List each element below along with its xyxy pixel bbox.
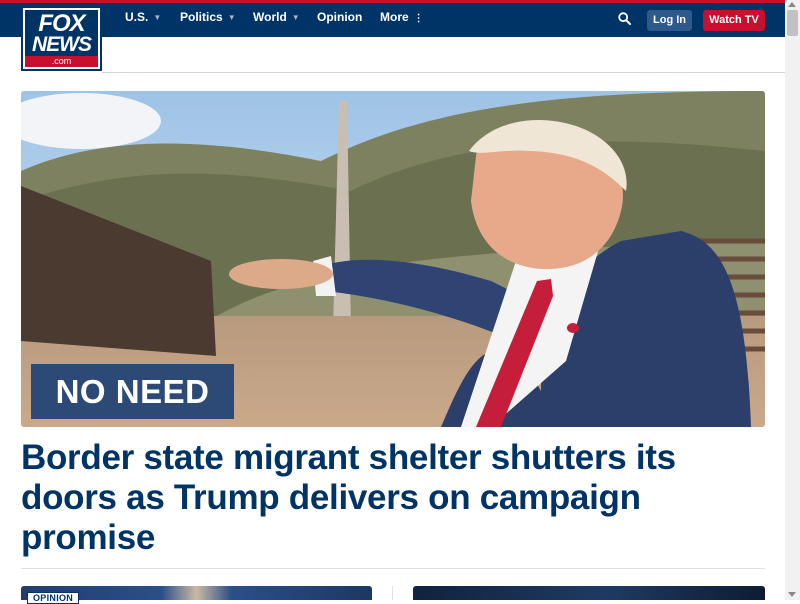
section-divider <box>21 568 765 569</box>
scrollbar-thumb[interactable] <box>787 10 798 36</box>
hero-kicker-label[interactable]: NO NEED <box>31 364 234 419</box>
column-divider <box>392 586 393 600</box>
nav-item-opinion[interactable]: Opinion <box>317 9 362 25</box>
nav-item-us[interactable]: U.S. ▼ <box>125 9 161 26</box>
logo-background: FOX NEWS .com <box>25 10 98 67</box>
watch-tv-button[interactable]: Watch TV <box>703 10 765 31</box>
scroll-up-arrow-icon[interactable] <box>788 2 796 7</box>
chevron-down-icon: ▼ <box>291 13 300 22</box>
nav-item-label: Politics <box>180 10 223 24</box>
nav-item-label: More <box>380 10 409 24</box>
search-icon[interactable] <box>618 12 631 25</box>
nav-item-label: U.S. <box>125 10 149 24</box>
story-card-thumbnail[interactable] <box>413 586 765 600</box>
nav-item-label: Opinion <box>317 10 363 24</box>
chevron-down-icon: ▼ <box>227 13 236 22</box>
nav-item-label: World <box>253 10 287 24</box>
hero-headline-link[interactable]: Border state migrant shelter shutters it… <box>21 438 771 558</box>
nav-item-politics[interactable]: Politics ▼ <box>180 9 236 26</box>
more-dots-icon: ⋮ <box>413 13 424 24</box>
scroll-down-arrow-icon[interactable] <box>788 592 796 597</box>
login-button[interactable]: Log In <box>647 10 692 31</box>
chevron-down-icon: ▼ <box>153 13 162 22</box>
nav-item-world[interactable]: World ▼ <box>253 9 300 26</box>
header-divider <box>102 72 785 73</box>
logo-news-text: NEWS <box>32 33 92 56</box>
fox-news-logo[interactable]: FOX NEWS .com <box>21 6 102 71</box>
page-scrollbar[interactable] <box>785 0 800 600</box>
nav-item-more[interactable]: More ⋮ <box>380 9 424 27</box>
opinion-badge: OPINION <box>27 592 80 604</box>
logo-com-text: .com <box>25 56 98 67</box>
